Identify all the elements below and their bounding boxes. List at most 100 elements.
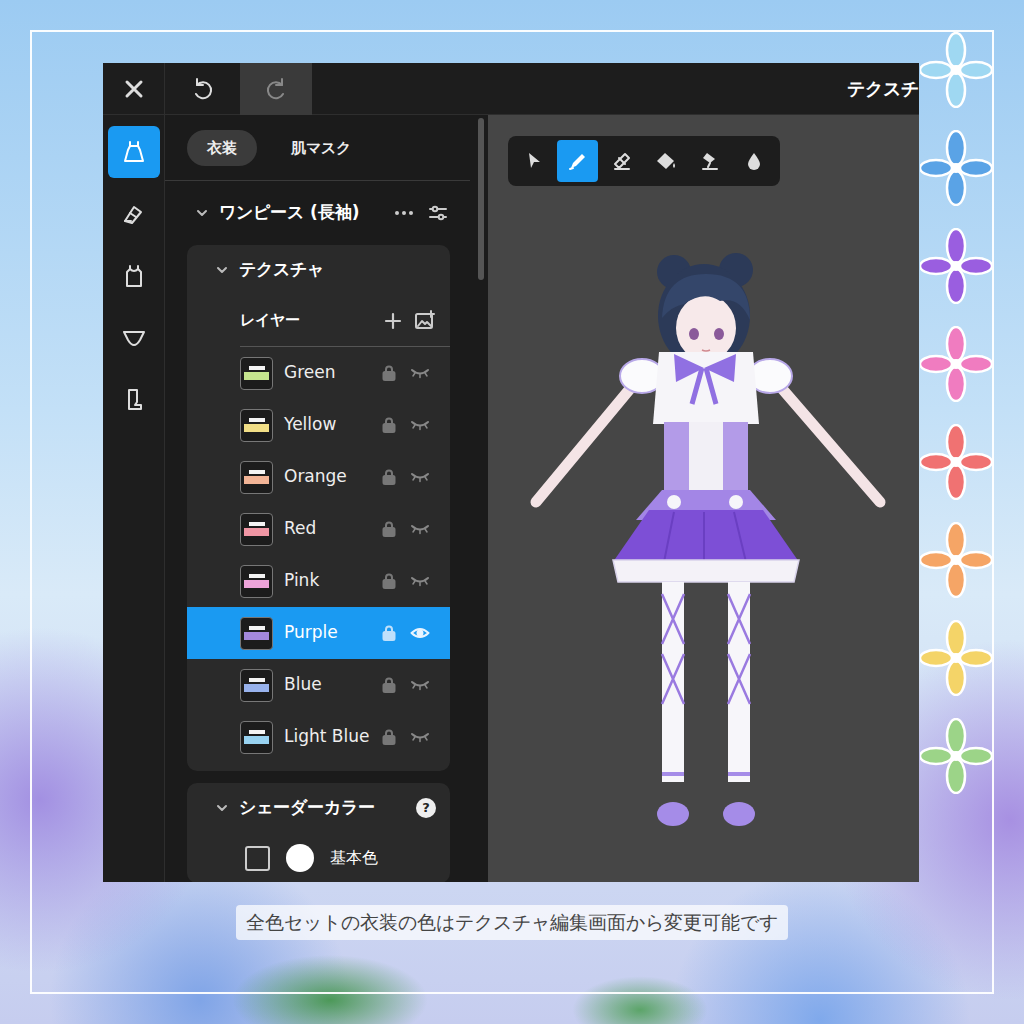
scrollbar[interactable] (478, 118, 484, 280)
tool-button[interactable] (601, 140, 642, 182)
tool-button[interactable] (690, 140, 731, 182)
undo-button[interactable] (165, 63, 240, 115)
layer-thumbnail (240, 409, 273, 442)
layer-row[interactable]: Purple (187, 607, 450, 659)
layer-row[interactable]: Pink (187, 555, 450, 607)
eye-closed-icon[interactable] (410, 522, 430, 536)
caption: 全色セットの衣装の色はテクスチャ編集画面から変更可能です (236, 905, 788, 940)
rail-item[interactable] (108, 250, 160, 302)
caption-row: 全色セットの衣装の色はテクスチャ編集画面から変更可能です (32, 905, 992, 940)
lock-icon[interactable] (381, 468, 397, 486)
thumbnail-top (249, 730, 265, 734)
tool-button[interactable] (734, 140, 775, 182)
editor-body: 衣装 肌マスクワンピース (長袖)テクスチャレイヤー GreenYellowOran… (103, 115, 919, 882)
thumbnail-color (244, 372, 269, 380)
tab-label: 肌マスク (291, 137, 351, 160)
sock-icon (121, 387, 147, 413)
flower-icon (920, 326, 992, 402)
lock-icon[interactable] (381, 416, 397, 434)
brush-icon (121, 201, 147, 227)
layer-thumbnail (240, 721, 273, 754)
thumbnail-color (244, 580, 269, 588)
lock-icon[interactable] (381, 572, 397, 590)
tool-button[interactable] (513, 140, 554, 182)
eye-closed-icon[interactable] (410, 366, 430, 380)
flower-icon (920, 620, 992, 696)
thumbnail-top (249, 418, 265, 422)
lock-icon[interactable] (381, 728, 397, 746)
more-icon[interactable] (394, 210, 414, 216)
rail-item[interactable] (108, 126, 160, 178)
texture-header[interactable]: テクスチャ (187, 245, 450, 295)
chevron-icon (195, 206, 209, 220)
layer-row[interactable]: Blue (187, 659, 450, 711)
lock-icon[interactable] (381, 676, 397, 694)
layer-thumbnail (240, 461, 273, 494)
fill-icon (654, 150, 678, 172)
bottom-icon (121, 325, 147, 351)
redo-button[interactable] (240, 63, 312, 115)
eye-closed-icon[interactable] (410, 470, 430, 484)
sliders-icon[interactable] (428, 203, 448, 223)
flower-icon (920, 718, 992, 794)
editor-window: テクスチ衣装 肌マスクワンピース (長袖)テクスチャレイヤー GreenYellow… (103, 63, 919, 882)
window-title: テクスチ (847, 75, 919, 102)
shader-row: 基本色 (187, 833, 450, 882)
thumbnail-color (244, 736, 269, 744)
tab[interactable]: 衣装 (187, 130, 257, 166)
stamp-icon (699, 150, 721, 172)
flower-icon (920, 130, 992, 206)
lock-icon[interactable] (381, 364, 397, 382)
shader-card: シェーダーカラー?基本色 (187, 783, 450, 882)
add-image-icon[interactable] (414, 310, 436, 332)
dropper-icon (743, 150, 765, 172)
plus-icon[interactable] (384, 312, 402, 330)
property-panel: 衣装 肌マスクワンピース (長袖)テクスチャレイヤー GreenYellowOran… (165, 115, 488, 882)
redo-icon (263, 76, 289, 102)
layer-name: Pink (284, 568, 319, 594)
layer-row[interactable]: Green (187, 347, 450, 399)
layer-row[interactable]: Light Blue (187, 711, 450, 763)
tool-button[interactable] (557, 140, 598, 182)
thumbnail-top (249, 678, 265, 682)
promo-frame: テクスチ衣装 肌マスクワンピース (長袖)テクスチャレイヤー GreenYellow… (30, 30, 994, 994)
layer-thumbnail (240, 617, 273, 650)
section-actions (394, 203, 448, 223)
pencil-icon (567, 150, 589, 172)
lock-icon[interactable] (381, 624, 397, 642)
color-swatch[interactable] (286, 844, 314, 872)
eye-closed-icon[interactable] (410, 574, 430, 588)
dress-icon (121, 139, 147, 165)
layer-row[interactable]: Orange (187, 451, 450, 503)
lock-icon[interactable] (381, 520, 397, 538)
eye-closed-icon[interactable] (410, 730, 430, 744)
help-button[interactable]: ? (416, 798, 436, 818)
thumbnail-color (244, 528, 269, 536)
rail-item[interactable] (108, 312, 160, 364)
eye-closed-icon[interactable] (410, 418, 430, 432)
checkbox[interactable] (245, 846, 270, 871)
section-header[interactable]: ワンピース (長袖) (165, 181, 488, 245)
rail-item[interactable] (108, 188, 160, 240)
close-button[interactable] (103, 63, 165, 115)
eye-closed-icon[interactable] (410, 678, 430, 692)
layer-row[interactable]: Yellow (187, 399, 450, 451)
model-canvas[interactable] (488, 115, 919, 882)
layer-row[interactable]: Red (187, 503, 450, 555)
tab[interactable]: 肌マスク (271, 130, 371, 166)
eye-icon[interactable] (410, 626, 430, 640)
tab-bar: 衣装 肌マスク (165, 115, 470, 181)
thumbnail-color (244, 424, 269, 432)
layer-actions (381, 624, 430, 642)
layer-name: Blue (284, 672, 322, 698)
layers-label: レイヤー (240, 309, 300, 332)
shader-header[interactable]: シェーダーカラー? (187, 783, 450, 833)
texture-card: テクスチャレイヤー GreenYellowOrangeRed Pink Purple B… (187, 245, 450, 771)
rail-item[interactable] (108, 374, 160, 426)
tool-button[interactable] (646, 140, 687, 182)
category-rail (103, 115, 165, 882)
layer-thumbnail (240, 669, 273, 702)
thumbnail-color (244, 684, 269, 692)
layer-actions (381, 520, 430, 538)
shader-title: シェーダーカラー (239, 795, 375, 821)
